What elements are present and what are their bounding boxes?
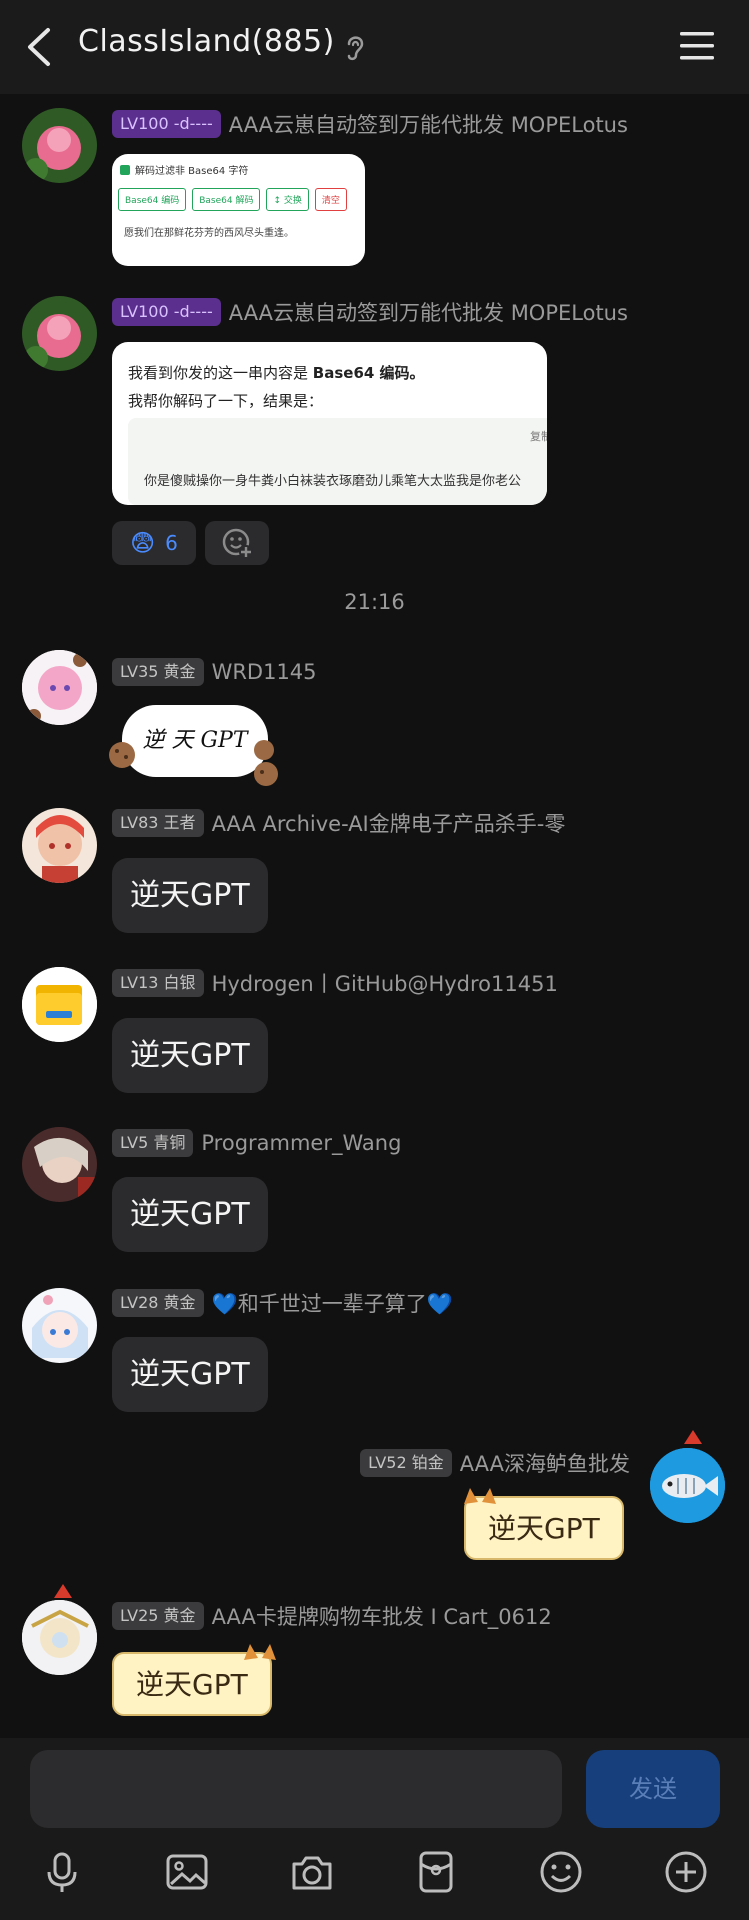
composer: 发送	[0, 1738, 749, 1920]
tool-buttons: Base64 编码 Base64 解码 ↕ 交换 清空	[118, 188, 347, 211]
mic-icon[interactable]	[38, 1848, 86, 1896]
checkbox-icon	[120, 164, 130, 175]
send-button[interactable]: 发送	[586, 1750, 720, 1828]
clear-button: 清空	[314, 188, 347, 211]
sender-meta: LV13 白银 Hydrogen丨GitHub@Hydro11451	[112, 968, 558, 998]
reaction-count: 6	[165, 531, 178, 555]
message-bubble[interactable]: 逆天GPT	[112, 1177, 268, 1252]
ear-icon[interactable]	[342, 32, 368, 62]
image-icon[interactable]	[163, 1848, 211, 1896]
sender-name[interactable]: Hydrogen丨GitHub@Hydro11451	[212, 968, 558, 998]
sender-meta: LV28 黄金 💙和千世过一辈子算了💙	[112, 1288, 453, 1318]
back-arrow-icon[interactable]	[22, 26, 58, 68]
fearful-face-icon: 😨	[130, 529, 156, 557]
level-badge: LV100 -d----	[112, 298, 221, 326]
add-reaction-button[interactable]	[205, 521, 269, 565]
line1-bold: Base64 编码。	[312, 364, 425, 382]
avatar[interactable]	[22, 296, 97, 371]
sender-meta: LV35 黄金 WRD1145	[112, 657, 317, 687]
image-message[interactable]: 我看到你发的这一串内容是 Base64 编码。 我帮你解码了一下，结果是： 复制…	[112, 342, 547, 505]
sender-name[interactable]: AAA云崽自动签到万能代批发 MOPELotus	[229, 297, 628, 327]
sender-name[interactable]: 💙和千世过一辈子算了💙	[212, 1288, 453, 1318]
avatar[interactable]	[22, 650, 97, 725]
swap-button: ↕ 交换	[266, 188, 309, 211]
message-bubble[interactable]: 逆天GPT	[112, 1018, 268, 1093]
cookie-icon	[109, 742, 135, 768]
sender-name[interactable]: WRD1145	[212, 660, 317, 684]
sender-name[interactable]: AAA云崽自动签到万能代批发 MOPELotus	[229, 109, 628, 139]
sender-meta: LV100 -d---- AAA云崽自动签到万能代批发 MOPELotus	[112, 297, 628, 327]
check-label: 解码过滤非 Base64 字符	[135, 166, 249, 177]
level-badge: LV83 王者	[112, 809, 204, 837]
sender-name[interactable]: AAA深海鲈鱼批发	[460, 1448, 630, 1478]
sender-name[interactable]: AAA Archive-AI金牌电子产品杀手-零	[212, 808, 566, 838]
image-line-1: 我看到你发的这一串内容是 Base64 编码。	[128, 362, 425, 383]
image-line-2: 我帮你解码了一下，结果是：	[128, 392, 324, 410]
chat-title[interactable]: ClassIsland(885)	[78, 24, 335, 59]
message-bubble[interactable]: 逆天GPT	[112, 858, 268, 933]
chat-header: ClassIsland(885)	[0, 0, 749, 94]
code-block: 复制 你是傻贼操你一身牛粪小白袜装衣琢磨劲儿乘笔大太监我是你老公	[128, 418, 547, 505]
red-packet-icon[interactable]	[412, 1848, 460, 1896]
check-row: 解码过滤非 Base64 字符	[120, 162, 248, 177]
emoji-icon[interactable]	[537, 1848, 585, 1896]
sender-meta: LV52 铂金 AAA深海鲈鱼批发	[360, 1448, 630, 1478]
avatar[interactable]	[22, 1600, 97, 1675]
timestamp: 21:16	[344, 590, 405, 614]
level-badge: LV52 铂金	[360, 1449, 452, 1477]
sender-meta: LV83 王者 AAA Archive-AI金牌电子产品杀手-零	[112, 808, 565, 838]
image-message[interactable]: 解码过滤非 Base64 字符 Base64 编码 Base64 解码 ↕ 交换…	[112, 154, 365, 266]
copy-label: 复制	[530, 430, 547, 443]
avatar[interactable]	[22, 108, 97, 183]
sender-meta: LV100 -d---- AAA云崽自动签到万能代批发 MOPELotus	[112, 109, 628, 139]
cookie-icon	[254, 740, 278, 786]
base64-decode-button: Base64 解码	[192, 188, 261, 211]
avatar[interactable]	[650, 1448, 725, 1523]
sender-name[interactable]: Programmer_Wang	[201, 1131, 401, 1155]
image-body-text: 愿我们在那鲜花芬芳的西风尽头重逢。	[124, 228, 294, 239]
sender-name[interactable]: AAA卡提牌购物车批发 I Cart_0612	[212, 1601, 552, 1631]
camera-icon[interactable]	[288, 1848, 336, 1896]
level-badge: LV28 黄金	[112, 1289, 204, 1317]
cat-ears-icon	[244, 1644, 276, 1660]
level-badge: LV25 黄金	[112, 1602, 204, 1630]
avatar[interactable]	[22, 1127, 97, 1202]
plus-icon[interactable]	[662, 1848, 710, 1896]
message-input[interactable]	[30, 1750, 562, 1828]
add-emoji-icon	[222, 528, 253, 559]
sender-meta: LV25 黄金 AAA卡提牌购物车批发 I Cart_0612	[112, 1601, 552, 1631]
reaction-chip[interactable]: 😨 6	[112, 521, 196, 565]
level-badge: LV35 黄金	[112, 658, 204, 686]
message-bubble[interactable]: 逆天GPT	[112, 1337, 268, 1412]
menu-icon[interactable]	[678, 28, 718, 64]
level-badge: LV13 白银	[112, 969, 204, 997]
red-hat-icon	[684, 1430, 702, 1444]
line1-prefix: 我看到你发的这一串内容是	[128, 364, 313, 382]
decoded-text: 你是傻贼操你一身牛粪小白袜装衣琢磨劲儿乘笔大太监我是你老公	[144, 474, 522, 489]
avatar[interactable]	[22, 967, 97, 1042]
sender-meta: LV5 青铜 Programmer_Wang	[112, 1128, 401, 1158]
avatar[interactable]	[22, 1288, 97, 1363]
red-hat-icon	[54, 1584, 72, 1598]
level-badge: LV5 青铜	[112, 1129, 194, 1157]
cat-ears-icon	[464, 1488, 496, 1504]
level-badge: LV100 -d----	[112, 110, 221, 138]
avatar[interactable]	[22, 808, 97, 883]
base64-encode-button: Base64 编码	[118, 188, 187, 211]
